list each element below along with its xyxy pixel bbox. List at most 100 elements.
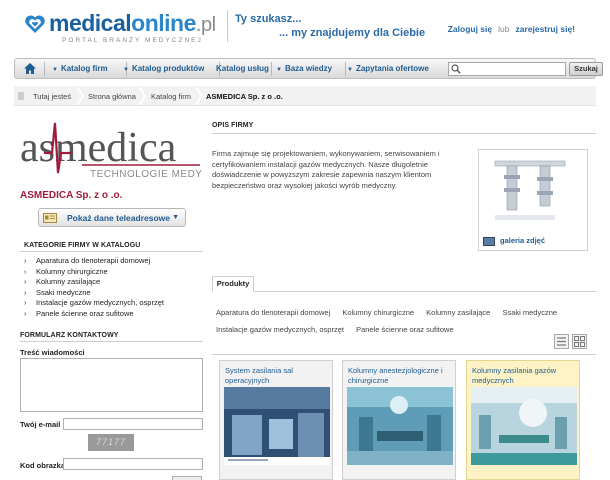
list-view-toggle[interactable] [554,334,569,349]
nav-item-label: Katalog firm [60,64,108,73]
product-card[interactable]: System zasilania sal operacyjnych [219,360,333,480]
category-label: Instalacje gazów medycznych, osprzęt [36,298,164,307]
logo-part-domain: .pl [195,14,216,36]
company-photo-box: galeria zdjęć [478,149,588,251]
chevron-right-icon [76,87,84,105]
logo-wordmark: medicalonline.pl [49,10,216,37]
product-category-link[interactable]: Aparatura do tlenoterapii domowej [216,308,330,317]
grid-view-toggle[interactable] [572,334,587,349]
nav-separator [271,62,272,76]
nav-item-label: Zapytania ofertowe [355,64,429,73]
nav-item-katalog-firm[interactable]: ▼ Katalog firm [52,64,108,73]
divider [20,341,203,342]
register-link[interactable]: zarejestruj się! [515,24,575,34]
message-textarea[interactable] [20,358,203,412]
gallery-icon [483,236,495,246]
categories-title: KATEGORIE FIRMY W KATALOGU [24,242,141,249]
category-link[interactable]: › Kolumny chirurgiczne [24,267,204,278]
gallery-link-label: galeria zdjęć [500,236,546,245]
captcha-label: Kod obrazka [20,461,66,470]
breadcrumb-current: ASMEDICA Sp. z o .o. [206,92,283,101]
nav-item-katalog-uslug[interactable]: Katalog usług [216,64,269,73]
email-label: Twój e-mail [20,420,61,429]
product-card[interactable]: Kolumny anestezjologiczne i chirurgiczne [342,360,456,480]
product-card-title: Kolumny anestezjologiczne i chirurgiczne [348,366,443,385]
product-category-link[interactable]: Instalacje gazów medycznych, osprzęt [216,325,344,334]
site-header: medicalonline.pl PORTAL BRANŻY MEDYCZNEJ… [0,0,610,58]
product-card-image [347,387,453,465]
nav-item-katalog-produktow[interactable]: ▼ Katalog produktów [123,64,204,73]
product-category-link[interactable]: Panele ścienne oraz sufitowe [356,325,454,334]
category-link[interactable]: › Panele ścienne oraz sufitowe [24,309,204,320]
grid-view-icon [574,336,585,347]
caret-down-icon: ▼ [52,67,58,73]
email-input[interactable] [63,418,203,430]
product-card-title: Kolumny zasilania gazów medycznych [472,366,557,385]
search-input[interactable] [448,62,566,76]
home-icon[interactable] [23,62,37,75]
company-logo-tagline: TECHNOLOGIE MEDYCZNE [90,169,202,180]
chevron-right-icon [195,87,203,105]
logo-part-online: online [131,10,196,36]
auth-or-text: lub [498,24,510,34]
company-logo-wordmark: asmedica [20,125,177,171]
site-logo[interactable]: medicalonline.pl [24,12,216,36]
company-photo[interactable] [485,155,582,230]
message-label: Treść wiadomości [20,348,85,357]
breadcrumb-link-home[interactable]: Strona główna [88,92,136,101]
tabs-baseline [212,291,596,292]
nav-separator [345,62,346,76]
nav-item-baza-wiedzy[interactable]: ▼ Baza wiedzy [276,64,332,73]
contact-form-title: FORMULARZ KONTAKTOWY [20,332,119,339]
main-nav: ▼ Katalog firm ▼ Katalog produktów Katalog… [14,58,603,79]
search-button[interactable]: Szukaj [569,62,603,76]
category-label: Aparatura do tlenoterapii domowej [36,256,151,265]
tagline: Ty szukasz... ... my znajdujemy dla Cieb… [235,12,425,40]
tab-produkty[interactable]: Produkty [212,276,254,292]
divider [20,251,203,252]
contact-card-icon [43,213,57,223]
submit-button[interactable] [172,476,202,480]
nav-item-label: Baza wiedzy [284,64,333,73]
nav-separator [44,62,45,76]
bullet-icon: › [24,258,27,265]
product-category-link[interactable]: Kolumny zasilające [426,308,490,317]
category-label: Kolumny chirurgiczne [36,266,108,276]
login-link[interactable]: Zaloguj się [448,24,492,34]
breadcrumb-link-catalog[interactable]: Katalog firm [151,92,191,101]
product-card-image [471,387,577,465]
tagline-divider [227,10,228,42]
heart-logo-icon [25,15,45,34]
category-link[interactable]: › Kolumny zasilające [24,277,204,288]
breadcrumb-marker-icon [18,92,24,100]
category-link[interactable]: › Ssaki medyczne [24,288,204,299]
company-name: ASMEDICA Sp. z o .o. [20,190,123,201]
captcha-input[interactable] [63,458,203,470]
description-title: OPIS FIRMY [212,122,254,129]
caret-down-icon: ▼ [276,67,282,73]
bullet-icon: › [24,279,27,286]
category-label: Kolumny zasilające [36,277,101,286]
product-category-link[interactable]: Kolumny chirurgiczne [342,308,414,317]
show-contact-details-button[interactable]: Pokaż dane teleadresowe ▼ [38,208,186,227]
company-logo: asmedica TECHNOLOGIE MEDYCZNE [20,117,231,183]
category-label: Ssaki medyczne [36,287,91,297]
product-card[interactable]: Kolumny zasilania gazów medycznych [466,360,580,480]
gallery-link[interactable]: galeria zdjęć [483,236,545,246]
company-logo-graphic: asmedica TECHNOLOGIE MEDYCZNE [20,122,231,180]
caret-down-icon: ▼ [172,214,179,221]
nav-item-label: Katalog usług [216,64,269,73]
list-view-icon [557,337,566,346]
nav-item-label: Katalog produktów [131,64,205,73]
tagline-line-1: Ty szukasz... [235,13,302,25]
category-link[interactable]: › Instalacje gazów medycznych, osprzęt [24,298,204,309]
show-contact-details-label: Pokaż dane teleadresowe [67,213,170,223]
category-link[interactable]: › Aparatura do tlenoterapii domowej [24,256,204,267]
caret-down-icon: ▼ [347,67,353,73]
product-category-link[interactable]: Ssaki medyczne [502,308,557,317]
auth-links: Zaloguj się lub zarejestruj się! [448,24,575,34]
category-label: Panele ścienne oraz sufitowe [36,308,134,318]
product-category-links: Aparatura do tlenoterapii domowej Kolumn… [216,304,592,338]
caret-down-icon: ▼ [123,67,129,73]
nav-item-zapytania-ofertowe[interactable]: ▼ Zapytania ofertowe [347,64,429,73]
